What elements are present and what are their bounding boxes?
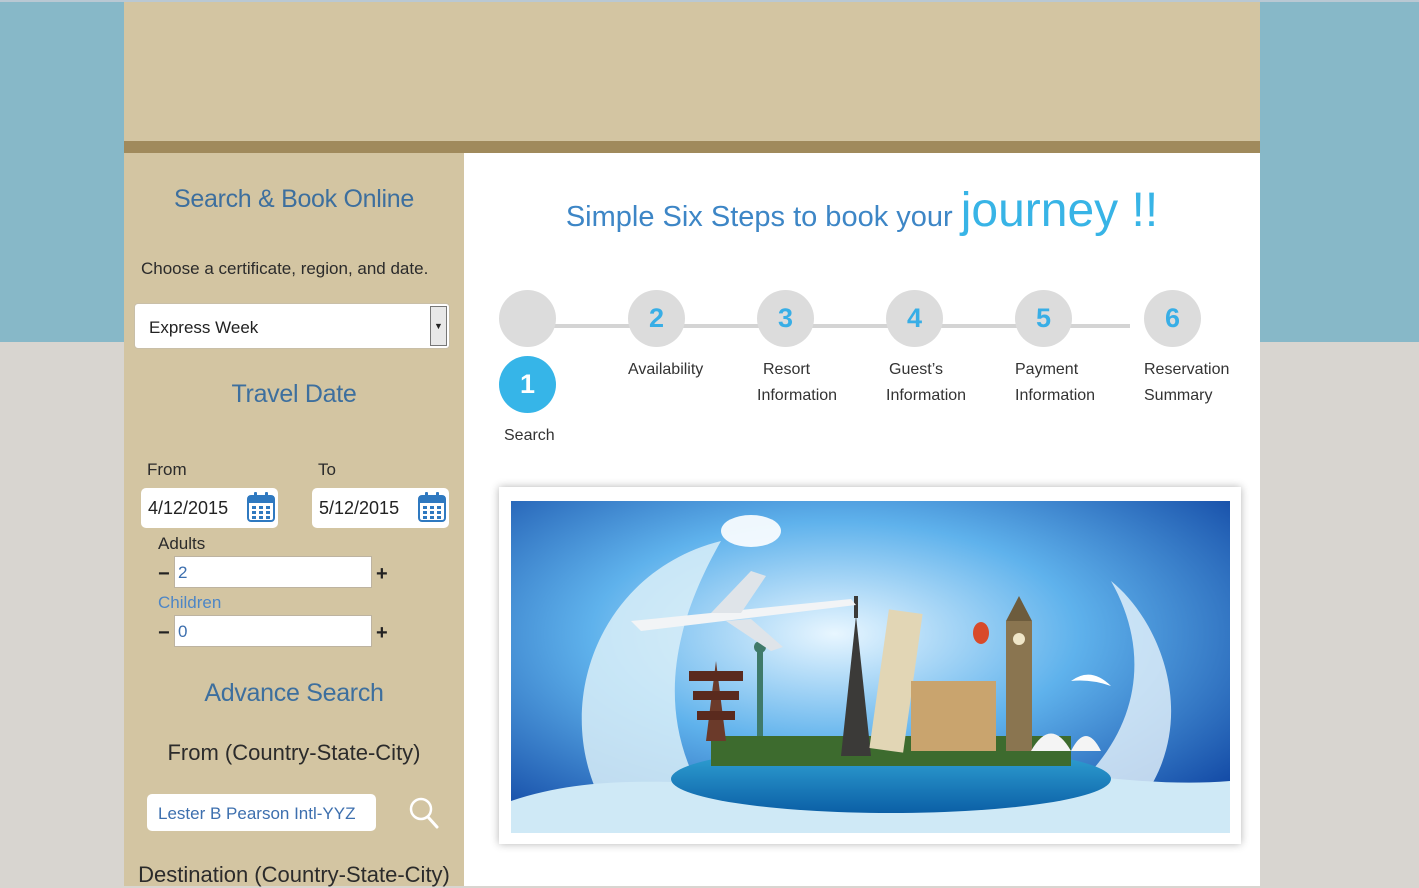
step-3-label-line2: Information xyxy=(757,387,838,404)
search-sidebar: Search & Book Online Choose a certificat… xyxy=(124,153,464,887)
children-decrement-button[interactable]: − xyxy=(158,623,170,643)
step-5-label: Payment Information xyxy=(1015,357,1095,409)
step-4-label: Guest’s Information xyxy=(886,357,966,409)
step-1-placeholder-circle xyxy=(499,290,556,347)
to-date-field[interactable]: 5/12/2015 xyxy=(312,488,449,528)
step-2-label-line1: Availability xyxy=(628,361,704,378)
step-6-circle[interactable]: 6 xyxy=(1144,290,1201,347)
adults-input[interactable]: 2 xyxy=(174,556,372,588)
children-increment-button[interactable]: + xyxy=(376,623,388,643)
advance-search-title: Advance Search xyxy=(204,679,384,707)
step-3-label: Resort Information xyxy=(757,357,837,409)
travel-landmarks-illustration xyxy=(511,501,1230,833)
adults-increment-button[interactable]: + xyxy=(376,564,388,584)
travel-banner-frame xyxy=(499,487,1241,844)
main-content: Simple Six Steps to book your journey !!… xyxy=(464,153,1260,886)
step-1-circle-active[interactable]: 1 xyxy=(499,356,556,413)
step-3-label-line1: Resort xyxy=(763,361,811,378)
steps-heading-emphasis: journey !! xyxy=(960,184,1159,237)
site-header xyxy=(124,2,1260,141)
origin-value: Lester B Pearson Intl-YYZ xyxy=(158,804,356,823)
certificate-select[interactable]: Express Week ▼ xyxy=(134,303,450,349)
step-5-circle[interactable]: 5 xyxy=(1015,290,1072,347)
step-5-label-line1: Payment xyxy=(1015,361,1079,378)
step-2-label: Availability xyxy=(628,357,703,383)
page-container: Search & Book Online Choose a certificat… xyxy=(124,2,1260,887)
steps-heading-text: Simple Six Steps to book your xyxy=(565,201,953,233)
from-date-label: From xyxy=(147,460,187,479)
step-1-label: Search xyxy=(504,427,555,444)
header-divider xyxy=(124,141,1260,153)
calendar-icon[interactable] xyxy=(418,491,446,523)
to-date-label: To xyxy=(318,460,336,479)
step-6-label-line1: Reservation xyxy=(1144,361,1230,378)
children-input[interactable]: 0 xyxy=(174,615,372,647)
from-date-value: 4/12/2015 xyxy=(148,498,229,518)
certificate-select-value: Express Week xyxy=(149,318,259,337)
origin-input[interactable]: Lester B Pearson Intl-YYZ xyxy=(147,794,376,831)
destination-label: Destination (Country-State-City) xyxy=(138,862,450,887)
from-date-field[interactable]: 4/12/2015 xyxy=(141,488,278,528)
steps-heading: Simple Six Steps to book your journey !! xyxy=(464,183,1260,238)
children-label: Children xyxy=(158,593,222,612)
step-4-circle[interactable]: 4 xyxy=(886,290,943,347)
step-3-circle[interactable]: 3 xyxy=(757,290,814,347)
travel-date-title: Travel Date xyxy=(231,380,357,408)
search-icon[interactable] xyxy=(408,796,440,830)
step-6-label-line2: Summary xyxy=(1144,387,1213,404)
step-6-label: Reservation Summary xyxy=(1144,357,1229,409)
travel-banner-image xyxy=(511,501,1230,833)
search-book-title: Search & Book Online xyxy=(174,185,414,213)
step-5-label-line2: Information xyxy=(1015,387,1096,404)
to-date-value: 5/12/2015 xyxy=(319,498,400,518)
step-4-label-line2: Information xyxy=(886,387,967,404)
adults-decrement-button[interactable]: − xyxy=(158,564,170,584)
step-4-label-line1: Guest’s xyxy=(889,361,943,378)
adults-label: Adults xyxy=(158,534,206,553)
children-value: 0 xyxy=(178,622,188,641)
adults-value: 2 xyxy=(178,563,188,582)
instruction-text: Choose a certificate, region, and date. xyxy=(141,259,429,278)
origin-label: From (Country-State-City) xyxy=(167,740,421,765)
step-2-circle[interactable]: 2 xyxy=(628,290,685,347)
calendar-icon[interactable] xyxy=(247,491,275,523)
dropdown-arrow-icon[interactable]: ▼ xyxy=(430,306,447,346)
